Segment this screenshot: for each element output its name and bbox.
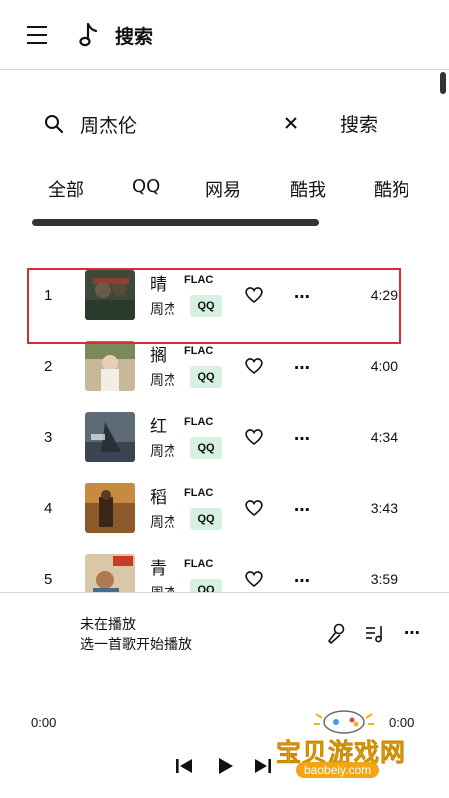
- heart-icon[interactable]: [244, 357, 264, 375]
- previous-track-icon[interactable]: [175, 757, 193, 775]
- now-playing-title: 未在播放: [80, 617, 136, 633]
- more-icon[interactable]: ⋯: [404, 623, 420, 643]
- song-artist: 周杰伦: [150, 583, 174, 592]
- watermark-url: baobeiy.com: [296, 762, 380, 778]
- more-icon[interactable]: ⋯: [294, 500, 311, 520]
- clear-icon[interactable]: [283, 115, 299, 131]
- tabs-scrollbar[interactable]: [32, 219, 319, 226]
- song-duration: 3:59: [370, 571, 398, 587]
- search-button[interactable]: 搜索: [340, 110, 378, 137]
- page-scrollbar[interactable]: [440, 72, 446, 94]
- source-badge: QQ: [190, 366, 222, 388]
- page-title: 搜索: [115, 26, 154, 48]
- top-app-bar: 搜索: [0, 0, 449, 70]
- song-row[interactable]: 4 稻 周杰伦 FLAC QQ ⋯ 3:43: [0, 483, 440, 553]
- album-cover: [85, 412, 135, 462]
- tab-qq[interactable]: QQ: [132, 176, 160, 197]
- quality-badge: FLAC: [184, 487, 214, 499]
- song-index: 3: [44, 429, 53, 446]
- quality-badge: FLAC: [184, 416, 214, 428]
- album-cover: [85, 554, 135, 592]
- album-cover: [85, 483, 135, 533]
- tab-kuwo[interactable]: 酷我: [290, 176, 326, 202]
- microphone-icon[interactable]: [326, 623, 346, 645]
- now-playing-subtitle: 选一首歌开始播放: [80, 637, 192, 653]
- song-index: 2: [44, 358, 53, 375]
- song-title: 搁: [150, 346, 167, 366]
- song-artist: 周杰伦: [150, 373, 174, 389]
- hamburger-menu-icon[interactable]: [27, 26, 47, 44]
- play-icon[interactable]: [216, 757, 234, 775]
- more-icon[interactable]: ⋯: [294, 571, 311, 591]
- song-artist: 周杰伦: [150, 444, 174, 460]
- tab-all[interactable]: 全部: [48, 176, 84, 202]
- heart-icon[interactable]: [244, 570, 264, 588]
- song-duration: 4:34: [370, 429, 398, 445]
- music-note-icon: [79, 22, 98, 47]
- quality-badge: FLAC: [184, 558, 214, 570]
- search-input[interactable]: [80, 110, 270, 138]
- song-title: 稻: [150, 488, 167, 508]
- tab-netease[interactable]: 网易: [205, 176, 241, 202]
- song-duration: 4:00: [370, 358, 398, 374]
- song-index: 5: [44, 571, 53, 588]
- heart-icon[interactable]: [244, 499, 264, 517]
- song-title: 青: [150, 559, 167, 579]
- song-title: 红: [150, 417, 167, 437]
- song-row[interactable]: 2 搁 周杰伦 FLAC QQ ⋯ 4:00: [0, 341, 440, 411]
- album-cover: [85, 341, 135, 391]
- song-row[interactable]: 3 红 周杰伦 FLAC QQ ⋯ 4:34: [0, 412, 440, 482]
- quality-badge: FLAC: [184, 345, 214, 357]
- song-row[interactable]: 5 青 周杰伦 FLAC QQ ⋯ 3:59: [0, 554, 440, 592]
- source-badge: QQ: [190, 508, 222, 530]
- more-icon[interactable]: ⋯: [294, 358, 311, 378]
- song-duration: 3:43: [370, 500, 398, 516]
- more-icon[interactable]: ⋯: [294, 429, 311, 449]
- song-artist: 周杰伦: [150, 515, 174, 531]
- source-badge: QQ: [190, 437, 222, 459]
- heart-icon[interactable]: [244, 428, 264, 446]
- playlist-icon[interactable]: [365, 624, 385, 644]
- source-tabs: 全部 QQ 网易 酷我 酷狗: [0, 176, 408, 206]
- elapsed-time: 0:00: [31, 715, 57, 730]
- song-index: 4: [44, 500, 53, 517]
- search-icon: [45, 115, 64, 134]
- tab-kugou[interactable]: 酷狗: [374, 176, 408, 202]
- selected-row-highlight: [27, 268, 401, 344]
- source-badge: QQ: [190, 579, 222, 592]
